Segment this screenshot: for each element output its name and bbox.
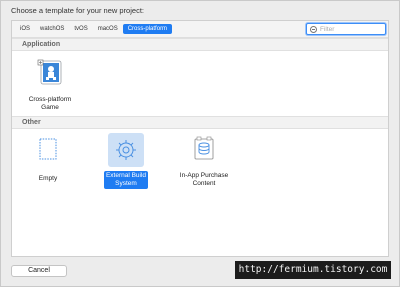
game-template-icon: [32, 57, 68, 91]
filter-icon: [310, 26, 317, 33]
window-title: Choose a template for your new project:: [11, 6, 144, 15]
cancel-button[interactable]: Cancel: [11, 265, 67, 277]
gear-icon: [108, 133, 144, 167]
tile-label: In-App Purchase Content: [179, 172, 229, 187]
template-cross-platform-game[interactable]: Cross-platform Game: [20, 57, 80, 114]
tab-watchos[interactable]: watchOS: [35, 24, 69, 34]
platform-tabs: iOS watchOS tvOS macOS Cross-platform: [15, 24, 173, 34]
template-panel: iOS watchOS tvOS macOS Cross-platform Fi…: [11, 20, 389, 257]
template-chooser-window: Choose a template for your new project: …: [0, 0, 400, 287]
template-external-build-system[interactable]: External Build System: [96, 133, 156, 190]
filter-placeholder: Filter: [320, 26, 335, 33]
empty-template-icon: [30, 133, 66, 167]
tile-label: Cross-platform Game: [28, 96, 72, 111]
platform-tab-bar: iOS watchOS tvOS macOS Cross-platform Fi…: [12, 21, 388, 38]
filter-input[interactable]: Filter: [306, 23, 386, 35]
package-icon: [186, 133, 222, 167]
tab-macos[interactable]: macOS: [93, 24, 123, 34]
template-empty[interactable]: Empty: [18, 133, 78, 185]
section-header-application: Application: [12, 38, 388, 51]
tile-label: Empty: [38, 175, 58, 182]
section-header-other: Other: [12, 116, 388, 129]
watermark-url: http://fermium.tistory.com: [235, 261, 391, 279]
tab-cross-platform[interactable]: Cross-platform: [122, 24, 173, 34]
tile-label: External Build System: [103, 171, 149, 189]
tab-tvos[interactable]: tvOS: [69, 24, 92, 34]
tab-ios[interactable]: iOS: [15, 24, 35, 34]
template-in-app-purchase-content[interactable]: In-App Purchase Content: [170, 133, 238, 190]
